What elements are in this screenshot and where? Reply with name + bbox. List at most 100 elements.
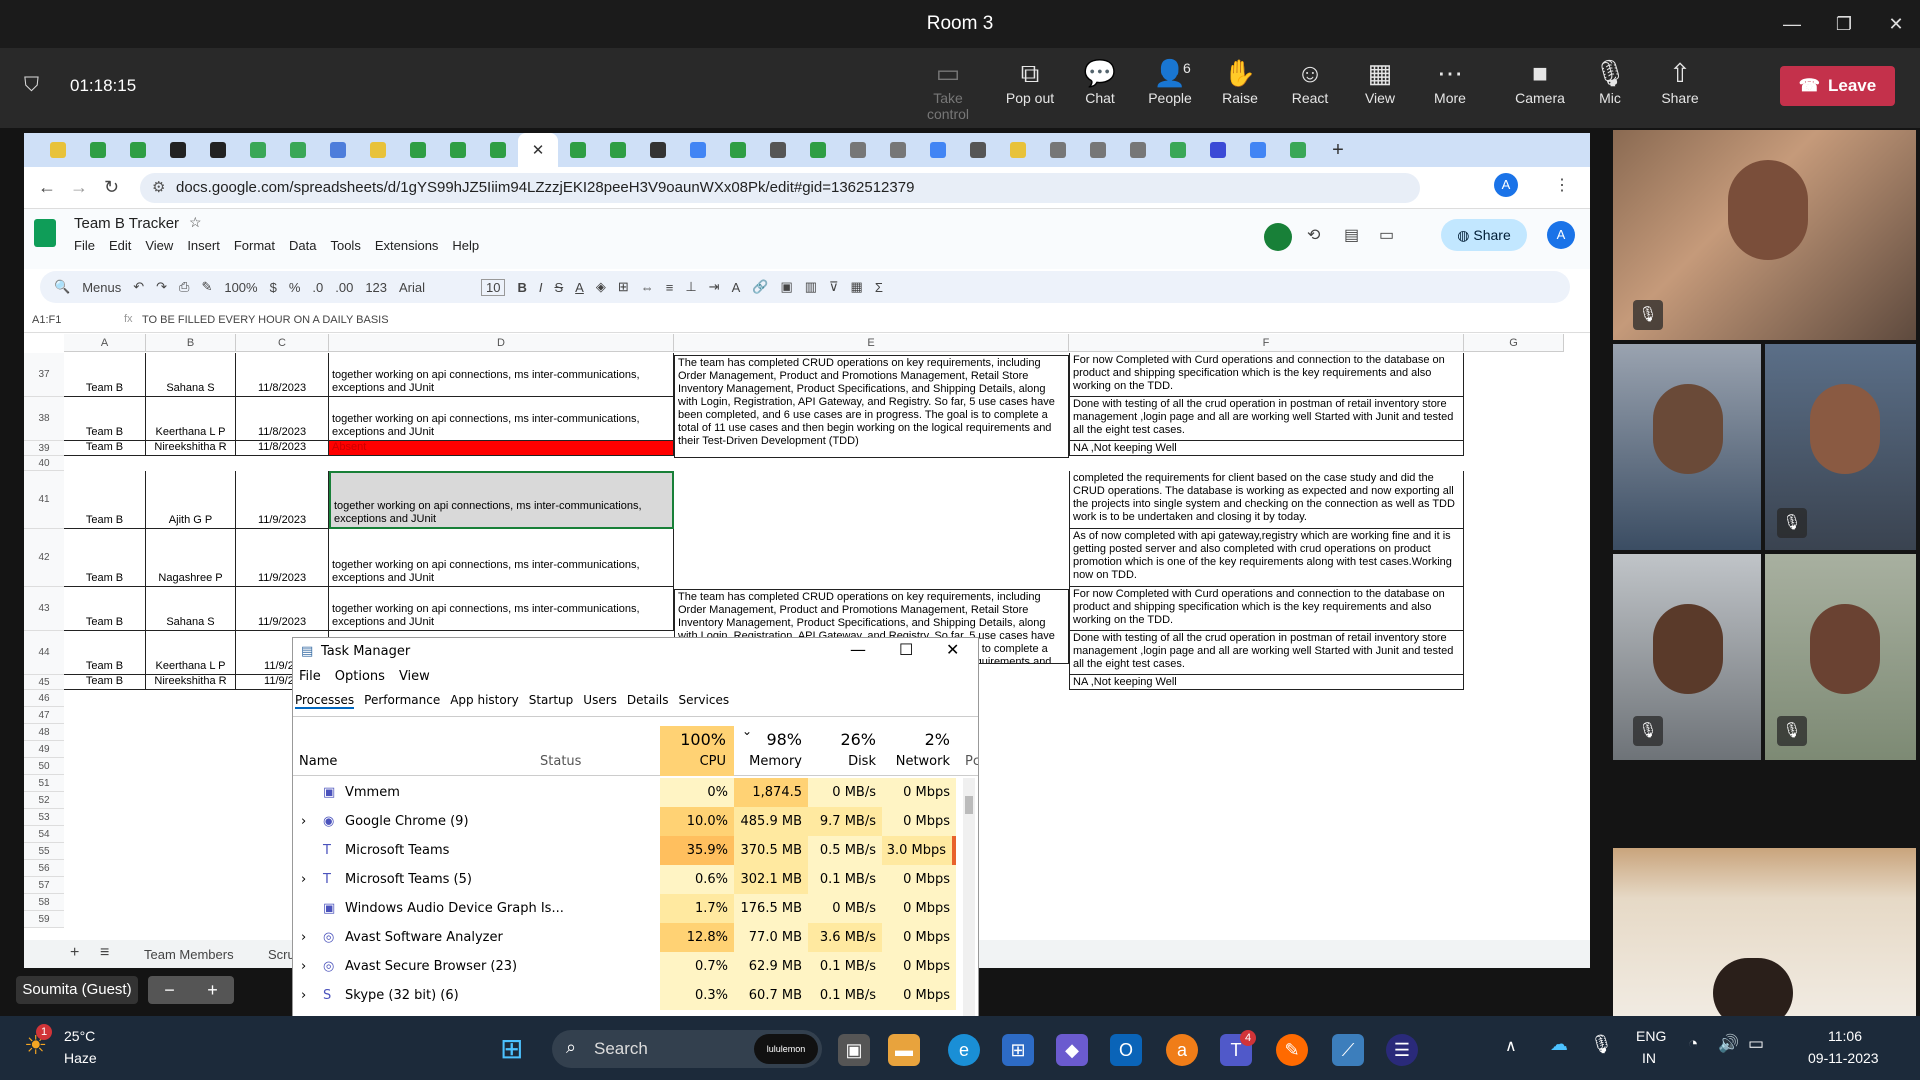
browser-tab[interactable] xyxy=(1198,133,1238,167)
tm-tab-processes[interactable]: Processes xyxy=(295,693,355,709)
video-call-icon[interactable]: ▭ xyxy=(1379,225,1394,245)
cell-task[interactable]: together working on api connections, ms … xyxy=(329,471,674,529)
share-button[interactable]: ◍ Share xyxy=(1441,219,1527,251)
cell-name[interactable]: Nireekshitha R xyxy=(146,675,236,690)
view-button[interactable]: ▦ View xyxy=(1345,56,1415,106)
menu-search-icon[interactable]: 🔍 xyxy=(54,279,70,295)
row-header[interactable]: 54 xyxy=(24,826,64,843)
row-header[interactable]: 42 xyxy=(24,529,64,587)
menu-file[interactable]: File xyxy=(74,238,95,253)
tm-menu-file[interactable]: File xyxy=(299,669,321,684)
link-icon[interactable]: 🔗 xyxy=(752,279,768,295)
fill-color-icon[interactable]: ◈ xyxy=(596,279,606,295)
cell-team[interactable]: Team B xyxy=(64,529,146,587)
browser-tab[interactable] xyxy=(558,133,598,167)
tm-tab-details[interactable]: Details xyxy=(627,693,669,709)
expand-chevron-icon[interactable]: › xyxy=(301,865,315,894)
menu-data[interactable]: Data xyxy=(289,238,316,253)
browser-tab[interactable] xyxy=(198,133,238,167)
cell-date[interactable]: 11/8/2023 xyxy=(236,353,329,397)
menu-search[interactable]: Menus xyxy=(82,280,121,295)
font-select[interactable]: Arial xyxy=(399,280,469,295)
all-sheets-button[interactable]: ≡ xyxy=(100,944,109,962)
font-size-field[interactable]: 10 xyxy=(481,278,506,296)
profile-avatar[interactable]: A xyxy=(1494,173,1518,197)
cell-name[interactable]: Sahana S xyxy=(146,353,236,397)
browser-menu-icon[interactable]: ⋮ xyxy=(1554,175,1570,195)
row-header[interactable]: 46 xyxy=(24,690,64,707)
borders-icon[interactable]: ⊞ xyxy=(618,279,629,295)
undo-icon[interactable]: ↶ xyxy=(133,279,144,295)
cell-team[interactable]: Team B xyxy=(64,353,146,397)
process-row[interactable]: › ◉ Google Chrome (9) 10.0% 485.9 MB 9.7 MB/s… xyxy=(293,807,957,836)
cell-name[interactable]: Nireekshitha R xyxy=(146,441,236,456)
row-header[interactable]: 44 xyxy=(24,631,64,675)
cell-status[interactable]: For now Completed with Curd operations a… xyxy=(1069,587,1464,631)
bold-icon[interactable]: B xyxy=(517,280,526,295)
share-button[interactable]: ⇧ Share xyxy=(1645,56,1715,106)
expand-chevron-icon[interactable]: › xyxy=(301,807,315,836)
user-avatar[interactable]: A xyxy=(1547,221,1575,249)
participant-video-2[interactable] xyxy=(1613,344,1761,550)
edge-icon[interactable]: e xyxy=(948,1034,980,1066)
onedrive-icon[interactable]: ☁ xyxy=(1550,1034,1568,1055)
browser-tab[interactable] xyxy=(598,133,638,167)
print-icon[interactable]: ⎙ xyxy=(179,279,189,295)
new-tab-button[interactable]: + xyxy=(1318,133,1358,167)
tm-col-status[interactable]: Status xyxy=(540,754,581,769)
decrease-decimal-button[interactable]: .0 xyxy=(312,280,323,295)
italic-icon[interactable]: I xyxy=(539,280,543,295)
raise-button[interactable]: ✋ Raise xyxy=(1205,56,1275,106)
sheet-tab-team-members[interactable]: Team Members xyxy=(144,947,234,962)
menu-edit[interactable]: Edit xyxy=(109,238,131,253)
cell-status[interactable]: As of now completed with api gateway,reg… xyxy=(1069,529,1464,587)
browser-tab[interactable] xyxy=(918,133,958,167)
browser-tab[interactable] xyxy=(118,133,158,167)
wifi-icon[interactable]: ◔ xyxy=(1688,1034,1698,1054)
taskbar-search[interactable]: ⌕ Search lululemon xyxy=(552,1030,822,1068)
cell-team[interactable]: Team B xyxy=(64,397,146,441)
cell-name[interactable]: Keerthana L P xyxy=(146,631,236,675)
pop-out-button[interactable]: ⧉ Pop out xyxy=(995,56,1065,106)
active-tab-close-icon[interactable]: ✕ xyxy=(518,133,558,167)
align-icon[interactable]: ≡ xyxy=(666,280,674,295)
rotate-icon[interactable]: A xyxy=(732,280,741,295)
currency-button[interactable]: $ xyxy=(270,280,277,295)
tm-close-button[interactable]: ✕ xyxy=(946,640,959,659)
row-header[interactable]: 52 xyxy=(24,792,64,809)
cell-task[interactable]: together working on api connections, ms … xyxy=(329,529,674,587)
number-format-button[interactable]: 123 xyxy=(365,280,387,295)
process-row[interactable]: ▣ Vmmem 0%1,874.5 MB0 MB/s0 Mbps xyxy=(293,778,957,829)
browser-tab[interactable] xyxy=(878,133,918,167)
row-header[interactable]: 58 xyxy=(24,894,64,911)
menu-insert[interactable]: Insert xyxy=(187,238,220,253)
menu-extensions[interactable]: Extensions xyxy=(375,238,439,253)
row-header[interactable]: 51 xyxy=(24,775,64,792)
chat-button[interactable]: 💬 Chat xyxy=(1065,56,1135,106)
cell-status[interactable]: NA ,Not keeping Well xyxy=(1069,441,1464,456)
valign-icon[interactable]: ⊥ xyxy=(685,279,696,295)
row-header[interactable]: 55 xyxy=(24,843,64,860)
row-header[interactable]: 53 xyxy=(24,809,64,826)
tm-col-memory[interactable]: 98% Memory xyxy=(734,726,808,776)
maximize-button[interactable]: ❐ xyxy=(1818,14,1870,35)
cell-name[interactable]: Keerthana L P xyxy=(146,397,236,441)
language-line1[interactable]: ENG xyxy=(1636,1028,1666,1044)
cell-task-absent[interactable]: Absent xyxy=(329,441,674,456)
history-icon[interactable]: ⟲ xyxy=(1307,225,1320,245)
app-icon-blue[interactable]: ⟋ xyxy=(1332,1034,1364,1066)
browser-tab[interactable] xyxy=(638,133,678,167)
tm-menu-view[interactable]: View xyxy=(399,669,430,684)
comments-icon[interactable]: ▤ xyxy=(1344,225,1359,245)
redo-icon[interactable]: ↷ xyxy=(156,279,167,295)
browser-tab[interactable] xyxy=(1038,133,1078,167)
tm-scrollbar[interactable] xyxy=(963,778,975,1016)
cell-team[interactable]: Team B xyxy=(64,631,146,675)
column-header-d[interactable]: D xyxy=(329,334,674,352)
tm-tab-performance[interactable]: Performance xyxy=(364,693,440,709)
tm-menu-options[interactable]: Options xyxy=(335,669,385,684)
leave-button[interactable]: ☎ Leave xyxy=(1780,66,1895,106)
expand-chevron-icon[interactable]: › xyxy=(301,981,315,1010)
participant-video-5[interactable]: 🎙 xyxy=(1765,554,1916,760)
menu-view[interactable]: View xyxy=(145,238,173,253)
